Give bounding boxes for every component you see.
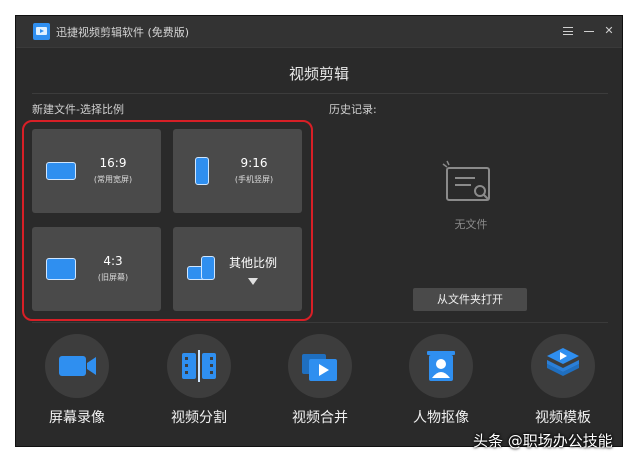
close-button[interactable]: ✕ — [602, 24, 616, 38]
new-file-label: 新建文件-选择比例 — [32, 103, 124, 116]
ratio-card-16-9[interactable]: 16:9 (常用宽屏) — [32, 129, 161, 213]
ratio-value: 4:3 — [103, 254, 123, 268]
tool-label: 视频合并 — [292, 410, 348, 426]
ratio-description: (手机竖屏) — [234, 175, 274, 184]
layers-play-icon — [547, 348, 579, 376]
tool-circle — [45, 334, 109, 398]
tool-circle — [409, 334, 473, 398]
tool-label: 人物抠像 — [413, 410, 469, 426]
tool-label: 屏幕录像 — [49, 410, 105, 426]
app-window: 迅捷视频剪辑软件 (免费版) ✕ 视频剪辑 新建文件-选择比例 历史记录: 16… — [15, 15, 623, 447]
app-logo-icon — [33, 23, 50, 40]
empty-folder-icon — [442, 160, 490, 201]
tool-screen-record[interactable]: 屏幕录像 — [27, 334, 127, 444]
title-bar: 迅捷视频剪辑软件 (免费版) ✕ — [16, 16, 622, 48]
watermark-text: 头条 @职场办公技能 — [473, 432, 613, 450]
ratio-card-4-3[interactable]: 4:3 (旧屏幕) — [32, 227, 161, 311]
landscape-screen-icon — [46, 162, 76, 180]
ratio-value: 16:9 — [99, 156, 127, 170]
section-title: 视频剪辑 — [288, 65, 349, 83]
custom-ratio-portrait-icon — [201, 256, 215, 280]
section-divider — [32, 93, 608, 94]
minimize-button[interactable] — [582, 24, 596, 38]
film-split-icon — [182, 350, 216, 382]
empty-history-text: 无文件 — [454, 218, 488, 231]
tool-video-merge[interactable]: 视频合并 — [270, 334, 370, 444]
tool-video-template[interactable]: 视频模板 — [513, 334, 613, 444]
minimize-icon — [584, 31, 594, 32]
portrait-phone-icon — [195, 157, 209, 185]
screen-4-3-icon — [46, 258, 76, 280]
tools-divider — [32, 322, 608, 323]
merge-play-icon — [302, 354, 337, 381]
app-title: 迅捷视频剪辑软件 (免费版) — [56, 26, 190, 39]
tool-video-split[interactable]: 视频分割 — [149, 334, 249, 444]
tool-portrait-cutout[interactable]: 人物抠像 — [391, 334, 491, 444]
tool-circle — [288, 334, 352, 398]
tool-label: 视频模板 — [535, 410, 591, 426]
tool-circle — [531, 334, 595, 398]
ratio-card-9-16[interactable]: 9:16 (手机竖屏) — [173, 129, 302, 213]
ratio-value: 其他比例 — [228, 256, 277, 270]
history-label: 历史记录: — [329, 103, 377, 116]
menu-button[interactable] — [561, 24, 575, 38]
ratio-description: (常用宽屏) — [93, 175, 133, 184]
portrait-icon — [427, 351, 455, 381]
tool-circle — [167, 334, 231, 398]
ratio-card-other[interactable]: 其他比例 — [173, 227, 302, 311]
ratio-value: 9:16 — [240, 156, 268, 170]
tool-label: 视频分割 — [171, 410, 227, 426]
open-folder-button[interactable]: 从文件夹打开 — [413, 288, 527, 311]
chevron-down-icon[interactable] — [248, 278, 258, 285]
ratio-description: (旧屏幕) — [97, 273, 129, 282]
hamburger-icon — [563, 27, 573, 35]
camera-icon — [59, 356, 96, 376]
